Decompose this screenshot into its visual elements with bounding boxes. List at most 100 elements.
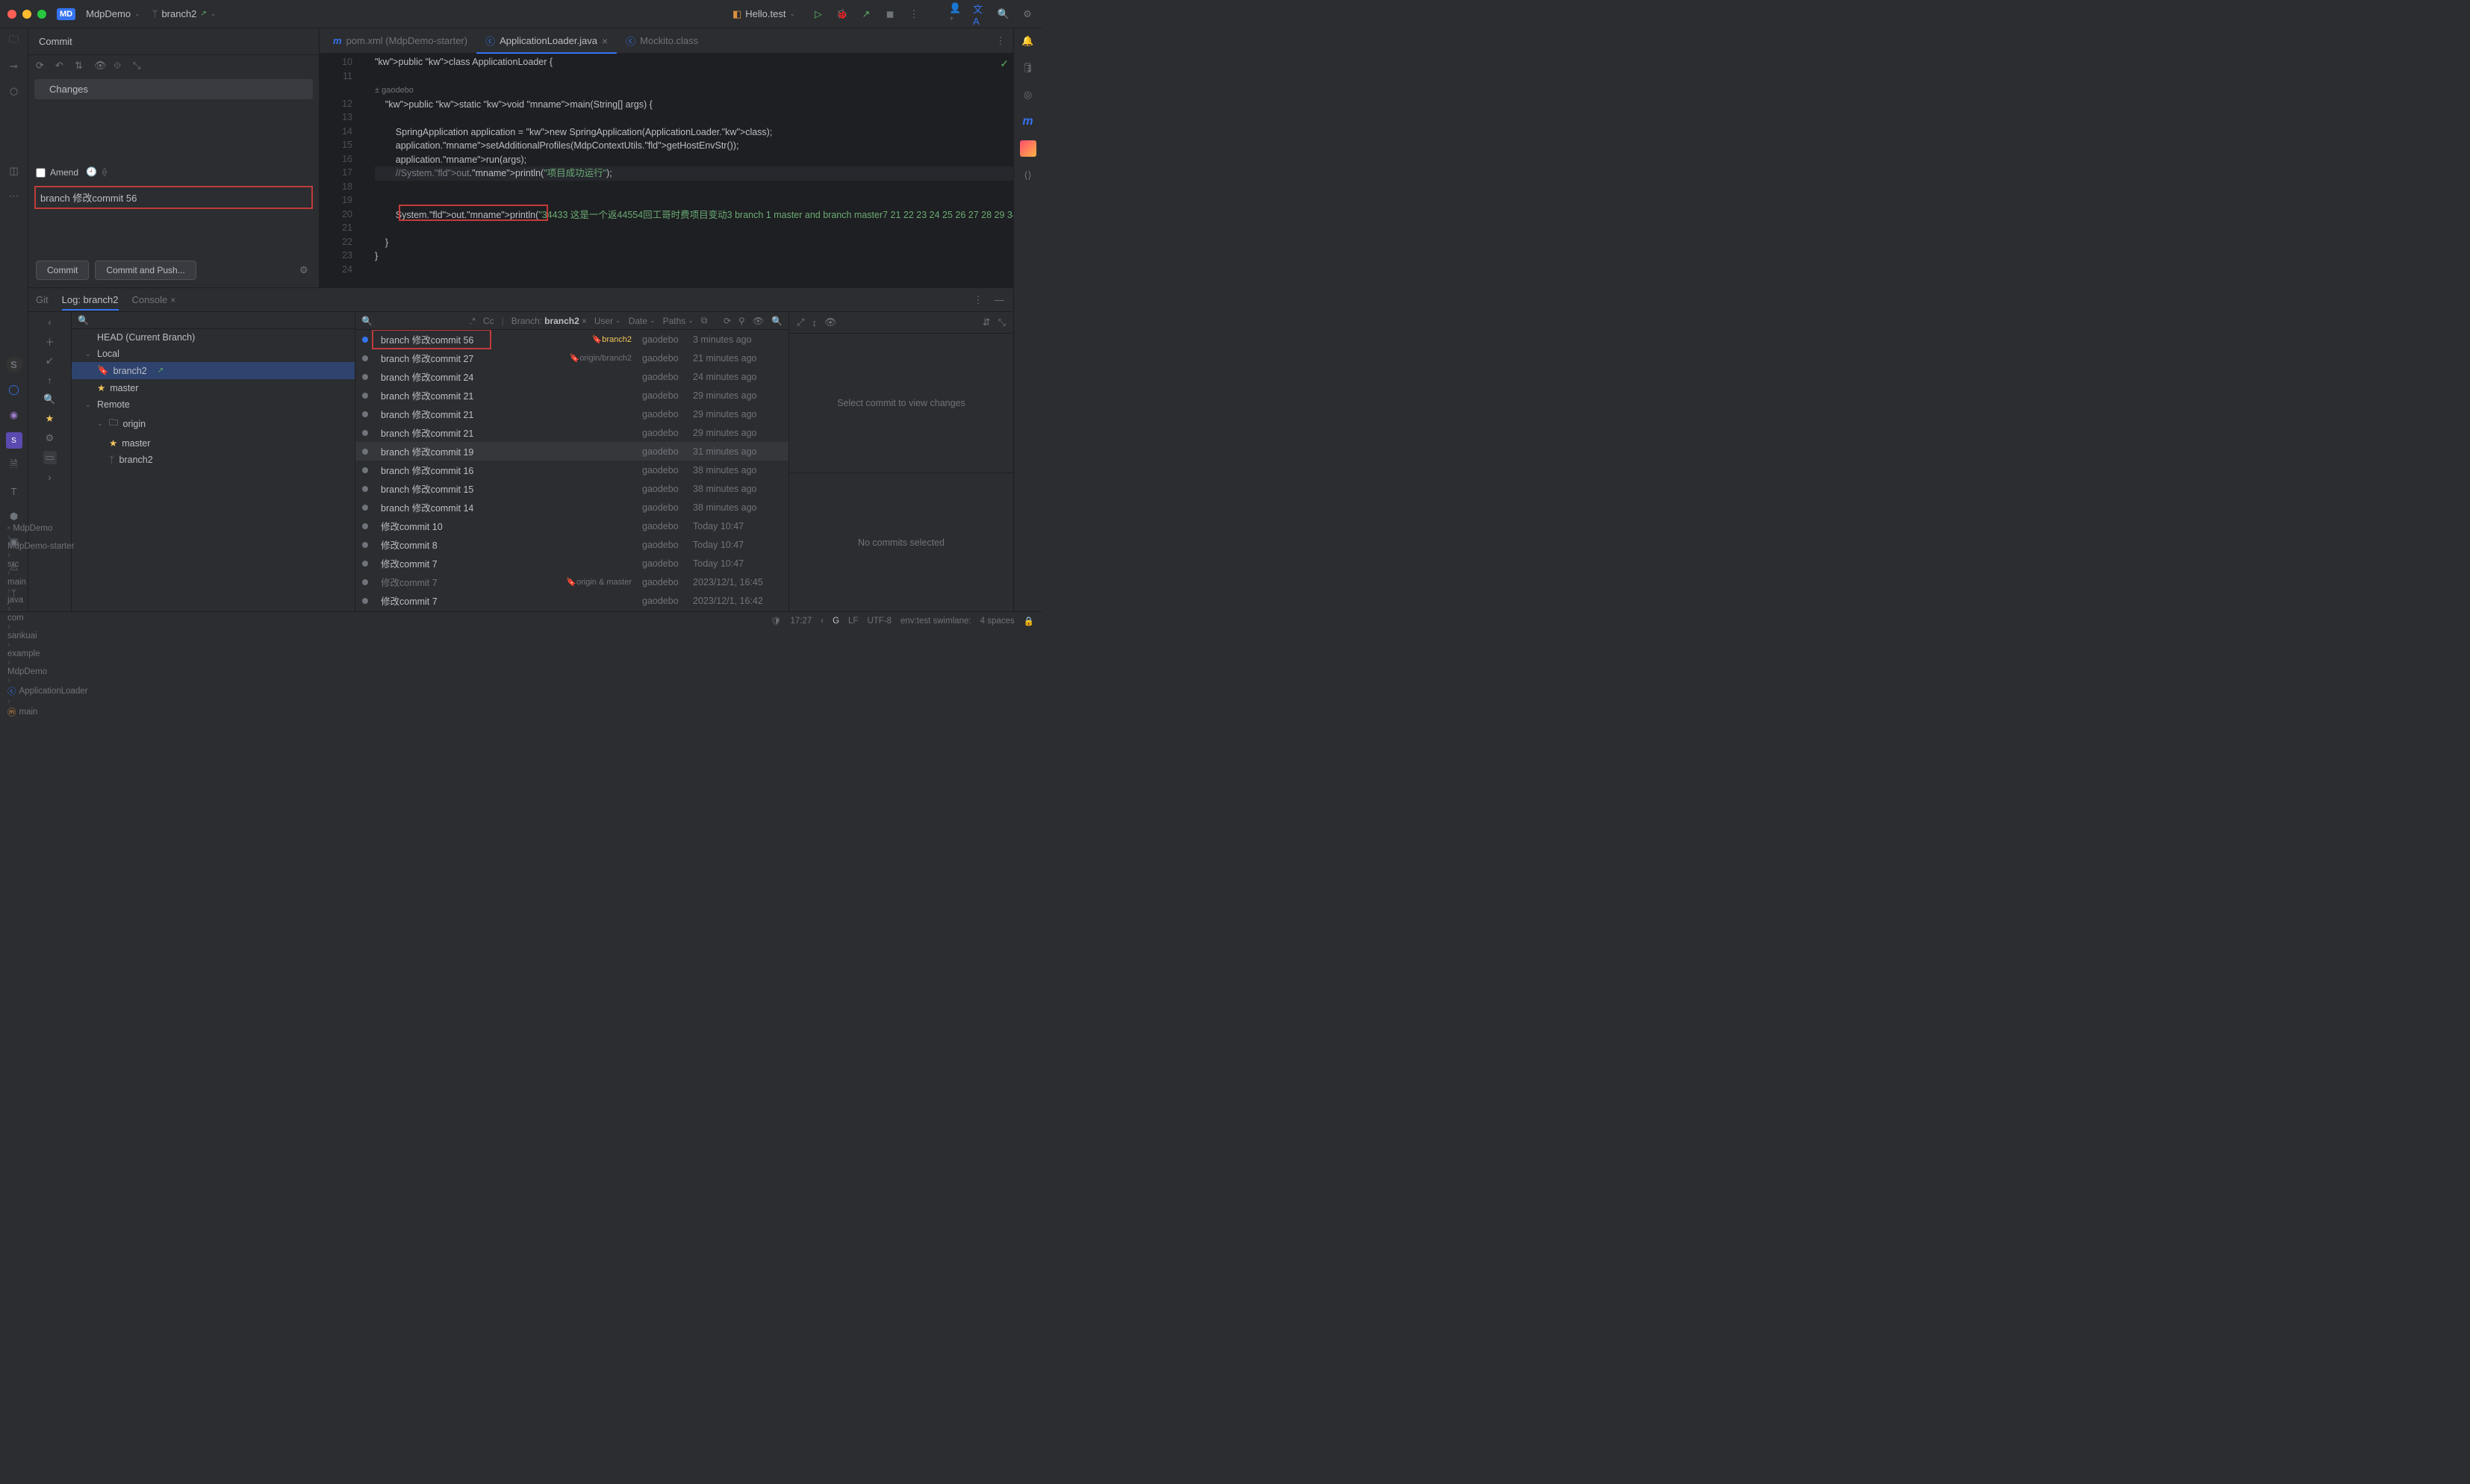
down-left-icon[interactable]: ↙ xyxy=(43,354,57,367)
run-config-dropdown[interactable]: ◧ Hello.test ⌄ xyxy=(727,5,801,23)
panel-minimize-icon[interactable]: — xyxy=(992,293,1006,307)
commit-row[interactable]: branch 修改commit 14gaodebo38 minutes ago xyxy=(355,498,788,517)
close-window[interactable] xyxy=(7,10,16,19)
editor-body[interactable]: ✓ 1011 12131415161718192021222324 ▸"kw">… xyxy=(320,54,1013,287)
panel-more-icon[interactable]: ⋮ xyxy=(971,293,985,307)
branch-search-input[interactable] xyxy=(78,315,349,325)
stop-icon[interactable]: ◼ xyxy=(883,7,897,21)
code-with-me-icon[interactable]: 👤⁺ xyxy=(949,7,962,21)
maven-icon[interactable]: m xyxy=(1020,113,1036,130)
translate-icon[interactable]: 文A xyxy=(973,7,986,21)
google-icon[interactable]: G xyxy=(833,617,839,626)
branch-row-master[interactable]: ★master xyxy=(72,379,355,396)
commit-tool-icon[interactable]: ⊸ xyxy=(6,58,22,75)
breadcrumb-item[interactable]: example xyxy=(7,649,88,658)
git-tab[interactable]: Git xyxy=(36,290,49,310)
search-icon[interactable]: 🔍 xyxy=(997,7,1010,21)
amend-checkbox[interactable] xyxy=(36,168,46,178)
dock-icon[interactable]: ▭ xyxy=(43,451,57,464)
settings-icon[interactable]: ⚙ xyxy=(43,431,57,445)
breadcrumb-item[interactable]: sankuai xyxy=(7,632,88,640)
eye-icon[interactable]: 👁 xyxy=(824,317,837,328)
up-arrow-icon[interactable]: ↑ xyxy=(43,373,57,387)
commit-row[interactable]: branch 修改commit 19gaodebo31 minutes ago xyxy=(355,442,788,461)
commit-row[interactable]: branch 修改commit 16gaodebo38 minutes ago xyxy=(355,461,788,479)
tab-application-loader[interactable]: ⓒ ApplicationLoader.java × xyxy=(476,28,617,54)
commit-row[interactable]: 修改commit 7gaodeboToday 10:47 xyxy=(355,554,788,573)
more-tools-icon[interactable]: ⋯ xyxy=(6,188,22,205)
bookmarks-icon[interactable]: ◫ xyxy=(6,163,22,179)
remote-branch-master[interactable]: ★master xyxy=(72,434,355,452)
notifications-icon[interactable]: 🔔 xyxy=(1020,33,1036,49)
add-icon[interactable]: ＋ xyxy=(43,334,57,348)
star-icon[interactable]: ★ xyxy=(43,412,57,425)
eye-icon[interactable]: 👁 xyxy=(753,316,764,326)
commit-row[interactable]: 修改commit 7🔖origin & mastergaodebo2023/12… xyxy=(355,573,788,591)
commit-row[interactable]: branch 修改commit 15gaodebo38 minutes ago xyxy=(355,479,788,498)
swirl-tool-icon[interactable]: ◉ xyxy=(6,407,22,423)
structure-tool-icon[interactable]: ⬡ xyxy=(6,84,22,100)
branch-dropdown[interactable]: ᛘ branch2 ↗ ⌄ xyxy=(146,5,223,22)
status-env[interactable]: env:test swimlane: xyxy=(900,617,971,626)
t-tool-icon[interactable]: T xyxy=(6,483,22,499)
brackets-icon[interactable]: ⟨⟩ xyxy=(1020,167,1036,184)
breadcrumb-item[interactable]: ⓜ main xyxy=(7,706,88,718)
refresh-icon[interactable]: ⟳ xyxy=(724,316,731,326)
commit-row[interactable]: branch 修改commit 27🔖origin/branch2gaodebo… xyxy=(355,349,788,367)
nav-back-icon[interactable]: ‹ xyxy=(43,315,57,328)
cherry-pick-icon[interactable]: ⚲ xyxy=(738,316,745,326)
undo-icon[interactable]: ↶ xyxy=(55,60,67,72)
commit-row[interactable]: branch 修改commit 56🔖branch2gaodebo3 minut… xyxy=(355,330,788,349)
paths-filter[interactable]: Paths ⌄ xyxy=(663,316,694,326)
branch-filter[interactable]: Branch: branch2 × xyxy=(511,316,587,326)
remote-group-row[interactable]: ⌄Remote xyxy=(72,396,355,413)
head-branch-row[interactable]: HEAD (Current Branch) xyxy=(72,329,355,346)
close-icon[interactable]: × xyxy=(602,35,608,47)
gradient-icon[interactable] xyxy=(1020,140,1036,157)
commit-row[interactable]: 修改commit 8gaodeboToday 10:47 xyxy=(355,535,788,554)
history-icon[interactable]: 🕘 xyxy=(86,166,98,178)
commit-row[interactable]: 修改commit 10gaodeboToday 10:47 xyxy=(355,517,788,535)
breadcrumb-item[interactable]: src xyxy=(7,560,88,569)
shield-icon[interactable]: 🛡 xyxy=(771,616,782,626)
console-tab[interactable]: Console× xyxy=(132,290,176,310)
regex-label[interactable]: .* xyxy=(470,316,476,326)
database-icon[interactable]: 🛢 xyxy=(1020,60,1036,76)
settings-icon[interactable]: ⚙ xyxy=(1021,7,1034,21)
diff-icon[interactable]: ⇅ xyxy=(75,60,87,72)
breadcrumb[interactable]: ▫ MdpDemo › MdpDemo-starter › src › main… xyxy=(7,524,88,718)
commit-row[interactable]: branch 修改commit 21gaodebo29 minutes ago xyxy=(355,386,788,405)
breadcrumb-item[interactable]: MdpDemo-starter xyxy=(7,542,88,551)
commit-button[interactable]: Commit xyxy=(36,261,89,280)
user-filter[interactable]: User ⌄ xyxy=(594,316,621,326)
doc-tool-icon[interactable]: 🗎 xyxy=(6,458,22,474)
origin-group-row[interactable]: ⌄🗀origin xyxy=(72,413,355,434)
group-icon[interactable]: ⟐ xyxy=(113,60,125,72)
close-icon[interactable]: × xyxy=(170,295,175,305)
date-filter[interactable]: Date ⌄ xyxy=(629,316,656,326)
lock-icon[interactable]: 🔒 xyxy=(1024,616,1034,626)
expand-icon[interactable]: ⤢ xyxy=(797,317,804,328)
local-group-row[interactable]: ⌄Local xyxy=(72,346,355,362)
target-icon[interactable]: ◎ xyxy=(1020,87,1036,103)
code-content[interactable]: ▸"kw">public "kw">class ApplicationLoade… xyxy=(375,54,1013,287)
log-tab[interactable]: Log: branch2 xyxy=(62,290,119,310)
maximize-window[interactable] xyxy=(37,10,46,19)
breadcrumb-item[interactable]: main xyxy=(7,578,88,587)
search-icon[interactable]: 🔍 xyxy=(43,393,57,406)
up-down-icon[interactable]: ⇵ xyxy=(983,317,991,328)
commit-settings-icon[interactable]: ⚙ xyxy=(299,264,311,276)
branch-row-branch2[interactable]: 🔖branch2↗ xyxy=(72,362,355,379)
minimize-window[interactable] xyxy=(22,10,31,19)
commit-message-input[interactable]: branch 修改commit 56 xyxy=(34,186,313,209)
collapse-icon[interactable]: ⤡ xyxy=(998,317,1006,328)
status-encoding[interactable]: UTF-8 xyxy=(867,617,892,626)
o-tool-icon[interactable]: ◯ xyxy=(6,381,22,398)
tab-more-icon[interactable]: ⋮ xyxy=(994,34,1007,48)
nav-icon[interactable]: ↕ xyxy=(812,317,817,328)
breadcrumb-item[interactable]: MdpDemo xyxy=(7,667,88,676)
status-indent[interactable]: 4 spaces xyxy=(980,617,1015,626)
commits-list[interactable]: branch 修改commit 56🔖branch2gaodebo3 minut… xyxy=(355,330,788,611)
s2-tool-icon[interactable]: S xyxy=(6,432,22,449)
collapse-icon[interactable]: ⤡ xyxy=(133,60,145,72)
